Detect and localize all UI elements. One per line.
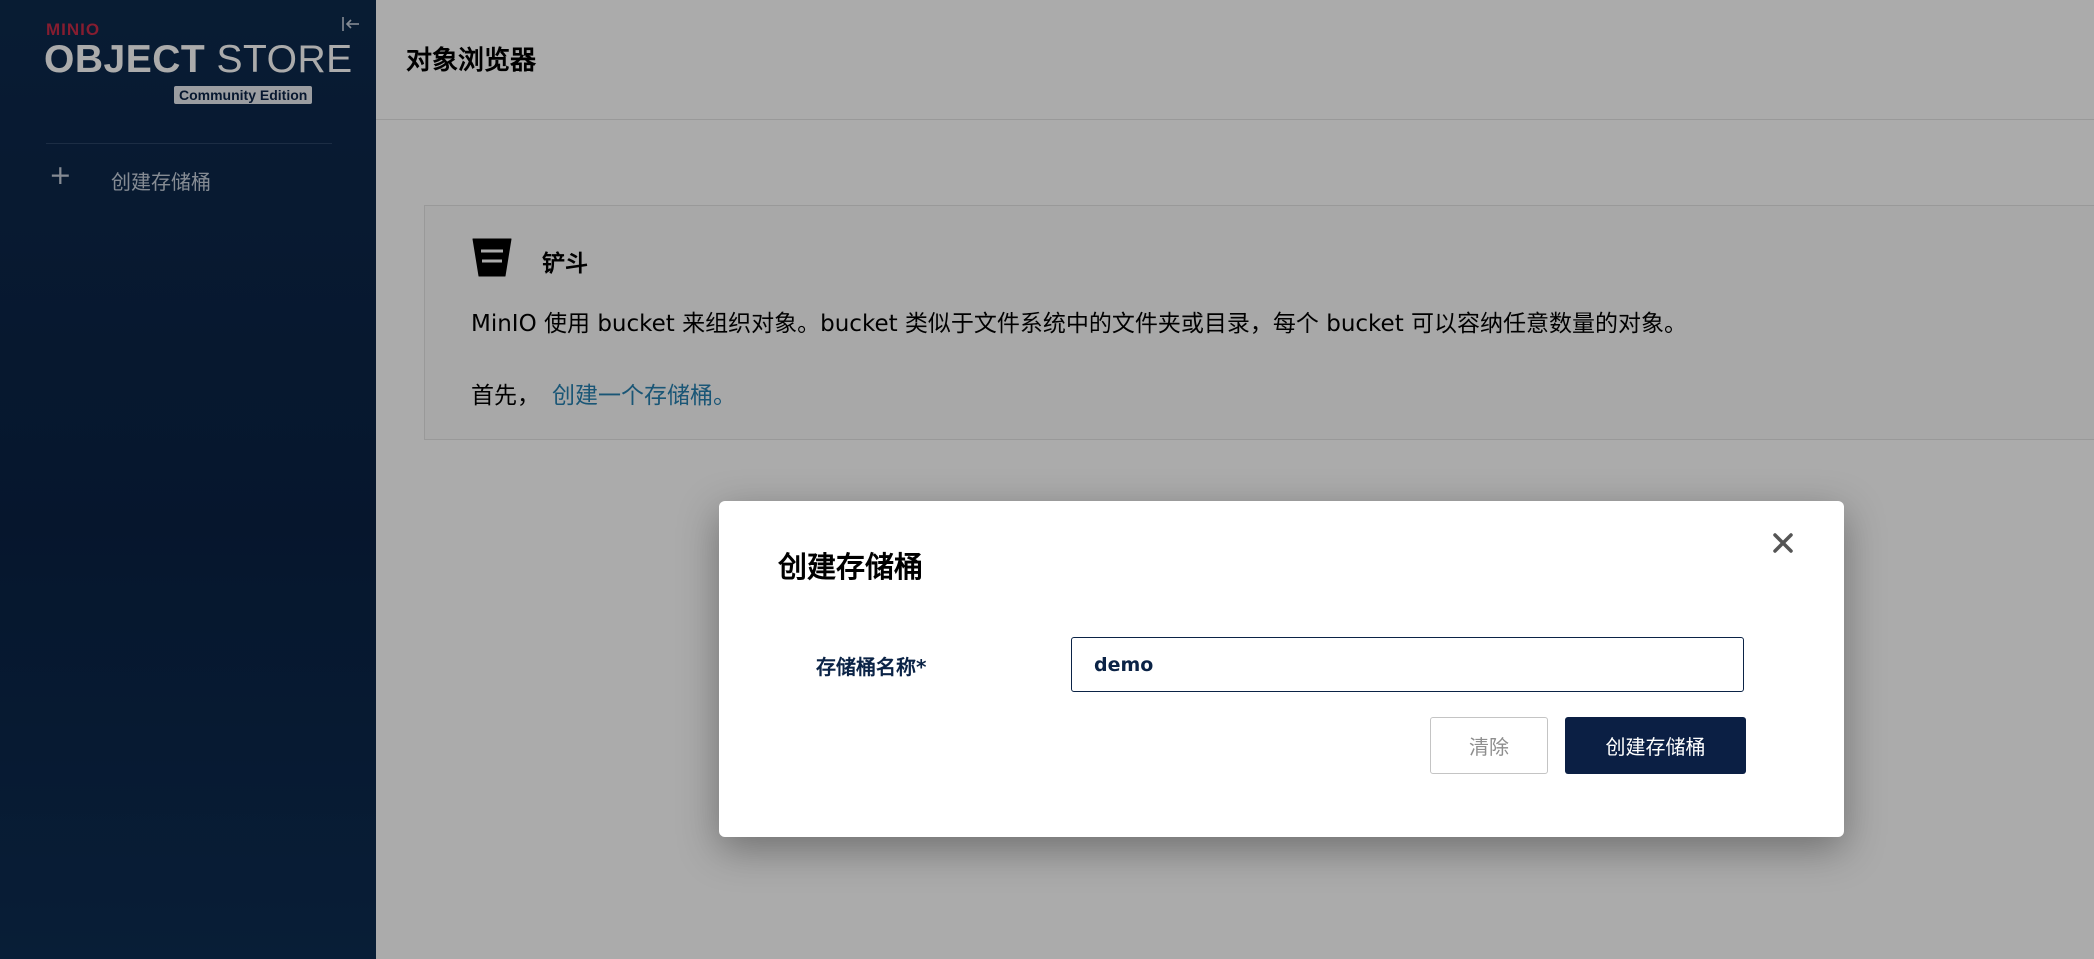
dialog-title: 创建存储桶 [778, 550, 924, 584]
app-window: MINIO OBJECT STORE Community Edition + 创… [0, 0, 2094, 959]
create-bucket-dialog: 创建存储桶 存储桶名称* 清除 创建存储桶 [719, 501, 1844, 837]
bucket-name-label: 存储桶名称* [816, 655, 927, 679]
clear-button[interactable]: 清除 [1430, 717, 1548, 774]
close-icon[interactable] [1766, 526, 1800, 560]
create-bucket-button[interactable]: 创建存储桶 [1565, 717, 1746, 774]
bucket-name-input[interactable] [1071, 637, 1744, 692]
